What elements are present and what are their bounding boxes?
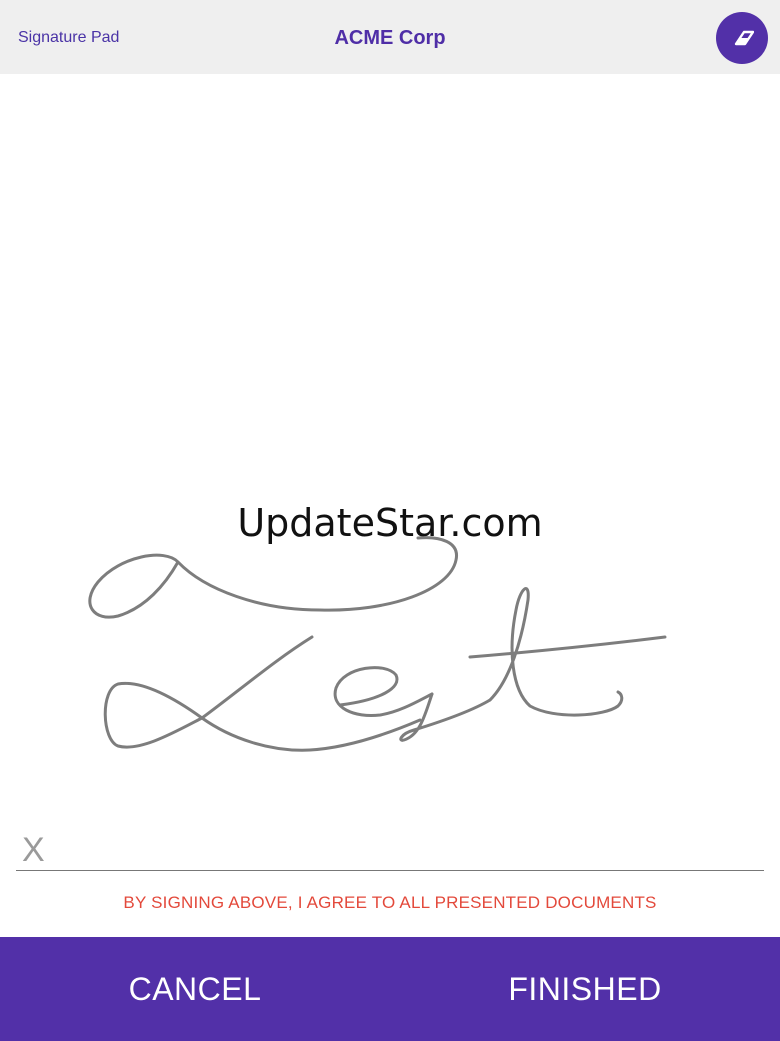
- page-title: ACME Corp: [334, 27, 446, 49]
- signature-pad-screen: Signature Pad ACME Corp UpdateStar.com X…: [0, 0, 780, 1041]
- agreement-disclaimer: BY SIGNING ABOVE, I AGREE TO ALL PRESENT…: [123, 893, 657, 912]
- action-bar: CANCEL FINISHED: [0, 937, 780, 1041]
- signature-line: [16, 870, 764, 871]
- signature-canvas[interactable]: [0, 74, 780, 936]
- top-bar: Signature Pad ACME Corp: [0, 0, 780, 74]
- cancel-button[interactable]: CANCEL: [0, 937, 390, 1041]
- clear-signature-button[interactable]: [716, 12, 768, 64]
- sign-here-marker: X: [22, 831, 45, 869]
- eraser-icon: [730, 30, 754, 46]
- finished-button[interactable]: FINISHED: [390, 937, 780, 1041]
